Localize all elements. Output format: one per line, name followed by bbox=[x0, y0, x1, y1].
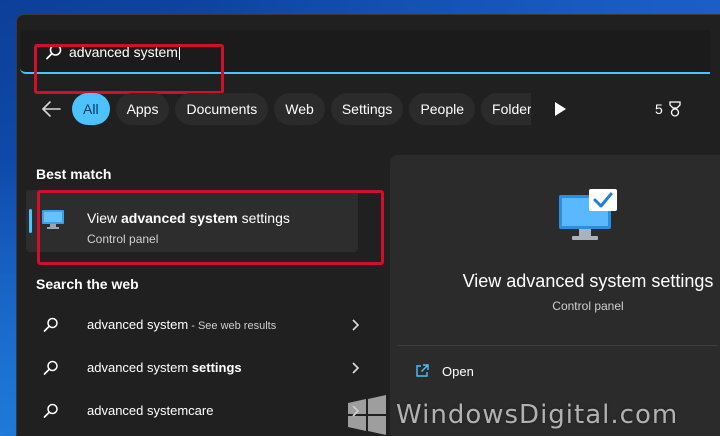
best-match-highlight-box bbox=[37, 190, 384, 265]
filter-chips: All Apps Documents Web Settings People F… bbox=[72, 93, 532, 125]
watermark: WindowsDigital.com bbox=[346, 395, 678, 435]
result-detail-pane: View advanced system settings Control pa… bbox=[390, 155, 720, 436]
monitor-check-icon bbox=[559, 189, 617, 240]
points-count: 5 bbox=[655, 101, 663, 117]
arrow-left-icon[interactable] bbox=[38, 96, 64, 122]
filter-settings[interactable]: Settings bbox=[330, 93, 404, 125]
detail-subtitle: Control panel bbox=[552, 299, 624, 313]
divider bbox=[398, 345, 718, 346]
filter-apps[interactable]: Apps bbox=[115, 93, 170, 125]
web-result-text: advanced systemcare bbox=[87, 403, 214, 418]
search-icon bbox=[43, 403, 58, 418]
detail-title: View advanced system settings bbox=[462, 271, 714, 291]
search-icon bbox=[43, 317, 58, 332]
windows-logo-icon bbox=[348, 395, 386, 435]
web-result-text: advanced system settings bbox=[87, 360, 242, 375]
play-icon[interactable] bbox=[553, 101, 567, 117]
filter-folders[interactable]: Folders bbox=[481, 93, 532, 125]
best-match-heading: Best match bbox=[36, 166, 112, 182]
search-web-heading: Search the web bbox=[36, 276, 139, 292]
open-label: Open bbox=[442, 363, 474, 379]
search-highlight-box bbox=[34, 44, 224, 94]
web-result-item[interactable]: advanced system settings bbox=[26, 349, 360, 387]
rewards-points[interactable]: 5 bbox=[655, 100, 684, 118]
filter-people[interactable]: People bbox=[409, 93, 476, 125]
chevron-right-icon bbox=[352, 319, 360, 331]
search-icon bbox=[43, 360, 58, 375]
filter-all[interactable]: All bbox=[72, 93, 110, 125]
chevron-right-icon bbox=[352, 362, 360, 374]
web-result-item[interactable]: advanced system - See web results bbox=[26, 306, 360, 344]
open-action[interactable]: Open bbox=[414, 363, 474, 379]
selection-accent bbox=[29, 209, 32, 233]
web-result-item[interactable]: advanced systemcare bbox=[26, 392, 360, 430]
watermark-text: WindowsDigital.com bbox=[396, 400, 679, 430]
filter-documents[interactable]: Documents bbox=[175, 93, 269, 125]
filter-web[interactable]: Web bbox=[274, 93, 325, 125]
rewards-icon bbox=[669, 101, 681, 117]
open-external-icon bbox=[416, 364, 429, 377]
web-result-text: advanced system - See web results bbox=[87, 317, 277, 332]
